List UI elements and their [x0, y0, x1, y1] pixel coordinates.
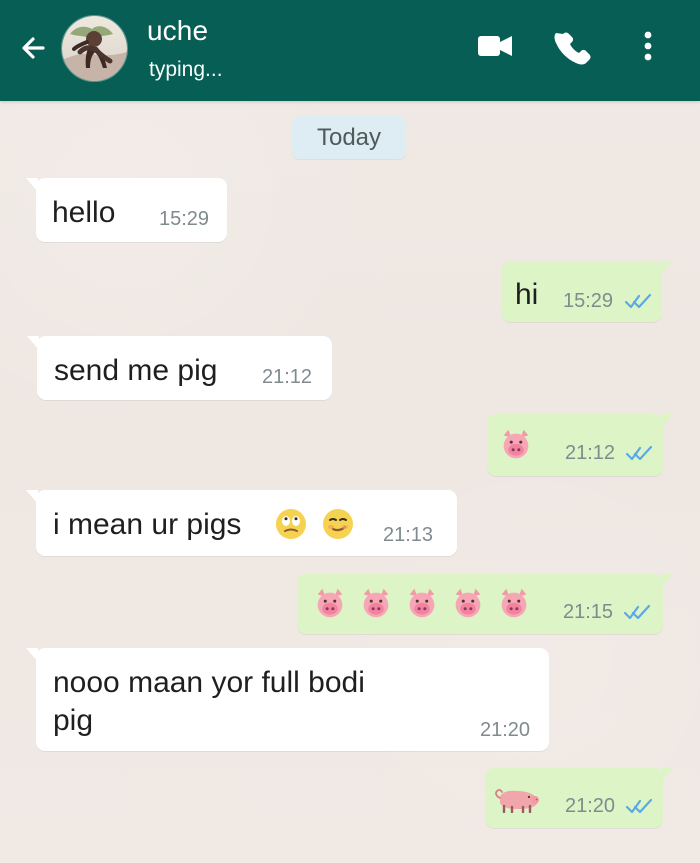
message-time: 15:29 [563, 290, 614, 312]
pig-face-emoji [455, 588, 481, 618]
message-text: send me pig [54, 354, 218, 387]
message-text-line-1: nooo maan yor full bodi [53, 666, 365, 699]
smirking-face-emoji [323, 509, 353, 539]
message-text: hello [52, 196, 116, 229]
incoming-message[interactable]: nooo maan yor full bodi pig 21:20 [26, 648, 549, 751]
message-text: hi [515, 278, 539, 311]
outgoing-message[interactable]: 21:12 [487, 414, 673, 476]
incoming-message[interactable]: send me pig 21:12 [27, 336, 332, 400]
message-time: 15:29 [159, 208, 210, 230]
pig-face-emoji [363, 588, 389, 618]
avatar[interactable] [61, 15, 128, 82]
conversation-area[interactable]: Today hello 15:29 hi 15:29 send me pig 2… [0, 101, 700, 863]
double-check-icon [623, 604, 651, 620]
message-text-line-2: pig [53, 704, 94, 737]
phone-icon[interactable] [549, 24, 593, 68]
back-button[interactable] [12, 31, 46, 65]
incoming-message[interactable]: hello 15:29 [26, 178, 227, 242]
message-time: 21:12 [262, 366, 313, 388]
more-vertical-icon[interactable] [629, 24, 667, 68]
date-separator: Today [292, 116, 406, 159]
video-camera-icon[interactable] [474, 24, 518, 68]
message-time: 21:20 [565, 795, 616, 817]
pig-face-emoji [501, 588, 527, 618]
double-check-icon [625, 798, 653, 814]
message-text: i mean ur pigs [53, 508, 242, 541]
message-time: 21:20 [480, 719, 531, 741]
outgoing-message[interactable]: 21:20 [485, 768, 673, 828]
avatar-photo [62, 16, 127, 81]
double-check-icon [625, 445, 653, 461]
chat-header: uche typing... [0, 0, 700, 101]
chat-screen: uche typing... Today hello 15:29 hi 15:2… [0, 0, 700, 863]
pig-face-emoji [503, 429, 529, 459]
incoming-message[interactable]: i mean ur pigs 21:13 [26, 490, 457, 556]
outgoing-message[interactable]: 21:15 [297, 574, 673, 634]
pig-emoji [495, 789, 539, 813]
outgoing-message[interactable]: hi 15:29 [502, 261, 672, 322]
contact-status: typing... [149, 58, 223, 81]
contact-name: uche [147, 15, 209, 46]
double-check-icon [624, 293, 652, 309]
message-time: 21:15 [563, 601, 614, 623]
pig-face-emoji [409, 588, 435, 618]
message-time: 21:13 [383, 524, 434, 546]
message-time: 21:12 [565, 442, 616, 464]
pig-face-emoji [317, 588, 343, 618]
face-with-rolling-eyes-emoji [276, 509, 306, 539]
emoji-row [311, 585, 533, 623]
